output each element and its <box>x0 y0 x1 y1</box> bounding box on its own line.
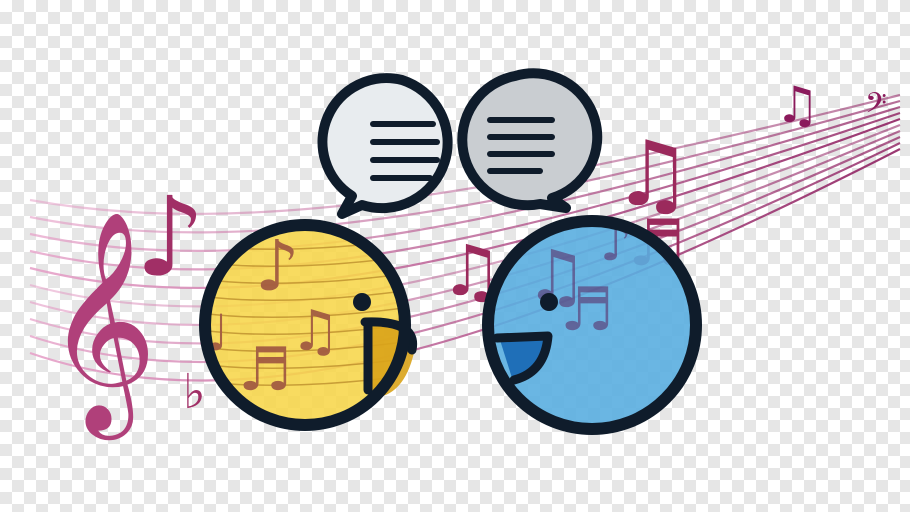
right-face: ♫ ♬ ♪ <box>482 215 702 435</box>
flat-sign-icon: ♭ <box>183 364 206 420</box>
left-face: ♪ ♫ ♬ ♩ <box>199 219 418 431</box>
music-chat-illustration: 𝄞 ♪ ♭ ♫ ♫ ♫ 𝄢 ♬ ♪ ♫ ♬ ♩ <box>29 68 901 440</box>
bass-clef-icon: 𝄢 <box>865 87 887 127</box>
eighth-note-icon: ♪ <box>135 173 205 301</box>
svg-text:♫: ♫ <box>290 299 340 364</box>
speech-bubble-right <box>457 68 603 213</box>
svg-text:♬: ♬ <box>238 335 292 405</box>
transparent-background: 𝄞 ♪ ♭ ♫ ♫ ♫ 𝄢 ♬ ♪ ♫ ♬ ♩ <box>0 0 910 512</box>
svg-text:♬: ♬ <box>560 275 614 345</box>
beamed-notes-icon: ♫ <box>775 76 820 134</box>
speech-bubble-left <box>317 73 453 219</box>
